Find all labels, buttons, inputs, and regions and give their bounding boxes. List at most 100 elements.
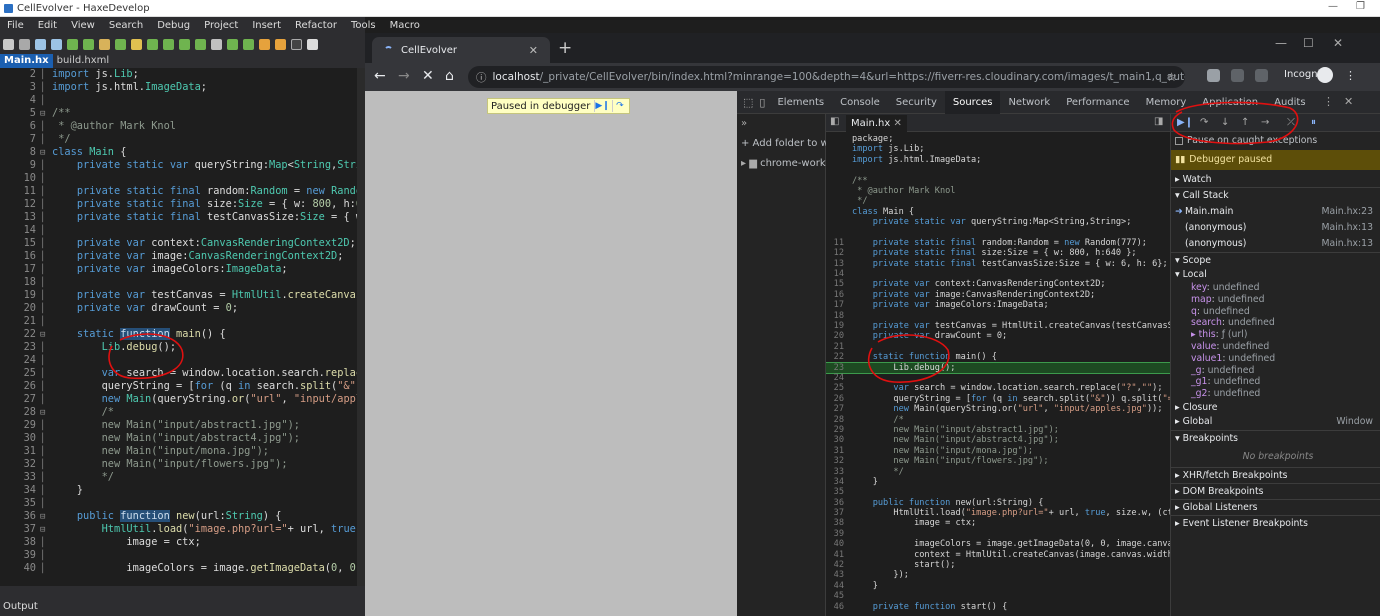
scope-variable[interactable]: value: undefined	[1171, 341, 1380, 352]
tab-main-hx[interactable]: Main.hx	[0, 54, 53, 68]
devtools-tab-elements[interactable]: Elements	[769, 91, 832, 114]
minimize-icon[interactable]: —	[1328, 1, 1338, 12]
line-number[interactable]: 35	[826, 487, 844, 497]
step-icon[interactable]: →	[1261, 117, 1269, 128]
global-scope[interactable]: ▸ Global Window	[1171, 416, 1380, 427]
chrome-menu-icon[interactable]: ⋮	[1345, 69, 1356, 82]
devtools-tab-performance[interactable]: Performance	[1058, 91, 1137, 114]
move-up-icon[interactable]	[179, 38, 190, 50]
devtools-tab-console[interactable]: Console	[832, 91, 888, 114]
replace-icon[interactable]	[163, 38, 174, 50]
scope-section[interactable]: ▾ Scope	[1171, 255, 1380, 266]
scope-variable[interactable]: _g1: undefined	[1171, 376, 1380, 387]
move-down-icon[interactable]	[195, 38, 206, 50]
line-number[interactable]: 37	[826, 508, 844, 518]
paste-icon[interactable]	[131, 38, 142, 50]
line-number[interactable]: 27	[826, 404, 844, 414]
menu-item-view[interactable]: View	[64, 20, 102, 31]
forward-icon[interactable]: →	[398, 68, 410, 84]
scope-variable[interactable]: search: undefined	[1171, 317, 1380, 328]
line-number[interactable]: 23	[826, 363, 844, 373]
line-number[interactable]: 13	[826, 259, 844, 269]
home-icon[interactable]: ⌂	[445, 68, 454, 84]
menu-item-insert[interactable]: Insert	[245, 20, 288, 31]
line-number[interactable]: 41	[826, 550, 844, 560]
refresh-icon[interactable]	[227, 38, 238, 50]
resume-script-icon[interactable]: ▶❙	[1177, 117, 1193, 128]
menu-item-debug[interactable]: Debug	[150, 20, 197, 31]
workspace-folder[interactable]: ▸ ▆ chrome-worksp	[741, 158, 837, 169]
line-number[interactable]: 43	[826, 570, 844, 580]
dom-breakpoints-section[interactable]: ▸ DOM Breakpoints	[1171, 486, 1380, 497]
event-listener-breakpoints-section[interactable]: ▸ Event Listener Breakpoints	[1171, 518, 1380, 529]
step-over-icon[interactable]: ↷	[612, 100, 626, 112]
devtools-tab-network[interactable]: Network	[1000, 91, 1058, 114]
local-scope[interactable]: ▾ Local	[1171, 269, 1380, 280]
line-number[interactable]: 15	[826, 279, 844, 289]
chrome-minimize-icon[interactable]: —	[1275, 36, 1287, 50]
address-bar[interactable]: ⓘ localhost /_private/CellEvolver/bin/in…	[468, 66, 1185, 88]
find-icon[interactable]	[147, 38, 158, 50]
line-number[interactable]: 42	[826, 560, 844, 570]
line-number[interactable]: 18	[826, 311, 844, 321]
tab-build-hxml[interactable]: build.hxml	[53, 54, 114, 68]
browser-icon[interactable]	[307, 38, 318, 50]
properties-icon[interactable]	[211, 38, 222, 50]
chrome-maximize-icon[interactable]: ☐	[1303, 36, 1314, 50]
menu-item-edit[interactable]: Edit	[31, 20, 64, 31]
line-number[interactable]: 36	[826, 498, 844, 508]
global-listeners-section[interactable]: ▸ Global Listeners	[1171, 502, 1380, 513]
menu-item-tools[interactable]: Tools	[344, 20, 383, 31]
step-out-icon[interactable]: ↑	[1241, 117, 1249, 128]
info-icon[interactable]: ⓘ	[476, 70, 487, 85]
call-stack-section[interactable]: ▾ Call Stack	[1171, 190, 1380, 201]
line-number[interactable]: 28	[826, 415, 844, 425]
line-number[interactable]: 21	[826, 342, 844, 352]
line-number[interactable]: 19	[826, 321, 844, 331]
devtools-tab-security[interactable]: Security	[888, 91, 945, 114]
line-number[interactable]: 20	[826, 331, 844, 341]
file-tab-main-hx[interactable]: Main.hx ✕	[846, 115, 907, 132]
new-tab-icon[interactable]: +	[558, 38, 572, 58]
step-over-next-icon[interactable]: ↷	[1200, 117, 1208, 128]
line-number[interactable]: 26	[826, 394, 844, 404]
deactivate-breakpoints-icon[interactable]: ⤫	[1287, 117, 1295, 128]
scope-variable[interactable]: key: undefined	[1171, 282, 1380, 293]
menu-item-file[interactable]: File	[0, 20, 31, 31]
copy-icon[interactable]	[115, 38, 126, 50]
devtools-tab-memory[interactable]: Memory	[1138, 91, 1195, 114]
devtools-tab-sources[interactable]: Sources	[944, 90, 1001, 114]
pause-caught-checkbox[interactable]	[1175, 136, 1183, 145]
devtools-close-icon[interactable]: ✕	[1344, 95, 1353, 108]
line-number[interactable]: 24	[826, 373, 844, 383]
open-icon[interactable]	[19, 38, 30, 50]
step-into-icon[interactable]: ↓	[1221, 117, 1229, 128]
toggle-debugger-icon[interactable]: ◨	[1154, 116, 1163, 127]
navigator-more-icon[interactable]: »	[741, 118, 747, 129]
toggle-navigator-icon[interactable]: ◧	[830, 116, 839, 127]
line-number[interactable]: 25	[826, 383, 844, 393]
redo-icon[interactable]	[83, 38, 94, 50]
save-icon[interactable]	[35, 38, 46, 50]
call-frame[interactable]: (anonymous) Main.hx:13	[1171, 222, 1380, 233]
line-number[interactable]: 33	[826, 467, 844, 477]
scope-variable[interactable]: ▸ this: ƒ (url)	[1171, 329, 1380, 340]
extension-icon[interactable]	[1231, 69, 1244, 82]
back-icon[interactable]: ←	[374, 68, 386, 84]
save-all-icon[interactable]	[51, 38, 62, 50]
line-number[interactable]: 29	[826, 425, 844, 435]
terminal-icon[interactable]	[291, 38, 302, 50]
device-toolbar-icon[interactable]: ▯	[759, 96, 765, 109]
line-number[interactable]: 46	[826, 602, 844, 612]
call-frame[interactable]: (anonymous) Main.hx:13	[1171, 238, 1380, 249]
build-icon[interactable]	[243, 38, 254, 50]
line-number[interactable]: 34	[826, 477, 844, 487]
restore-icon[interactable]: ❐	[1356, 1, 1365, 12]
close-file-icon[interactable]: ✕	[894, 118, 902, 129]
stop-loading-icon[interactable]: ✕	[422, 68, 434, 84]
line-number[interactable]: 16	[826, 290, 844, 300]
debug-icon[interactable]	[275, 38, 286, 50]
scope-variable[interactable]: value1: undefined	[1171, 353, 1380, 364]
line-number[interactable]: 11	[826, 238, 844, 248]
line-number[interactable]: 45	[826, 591, 844, 601]
